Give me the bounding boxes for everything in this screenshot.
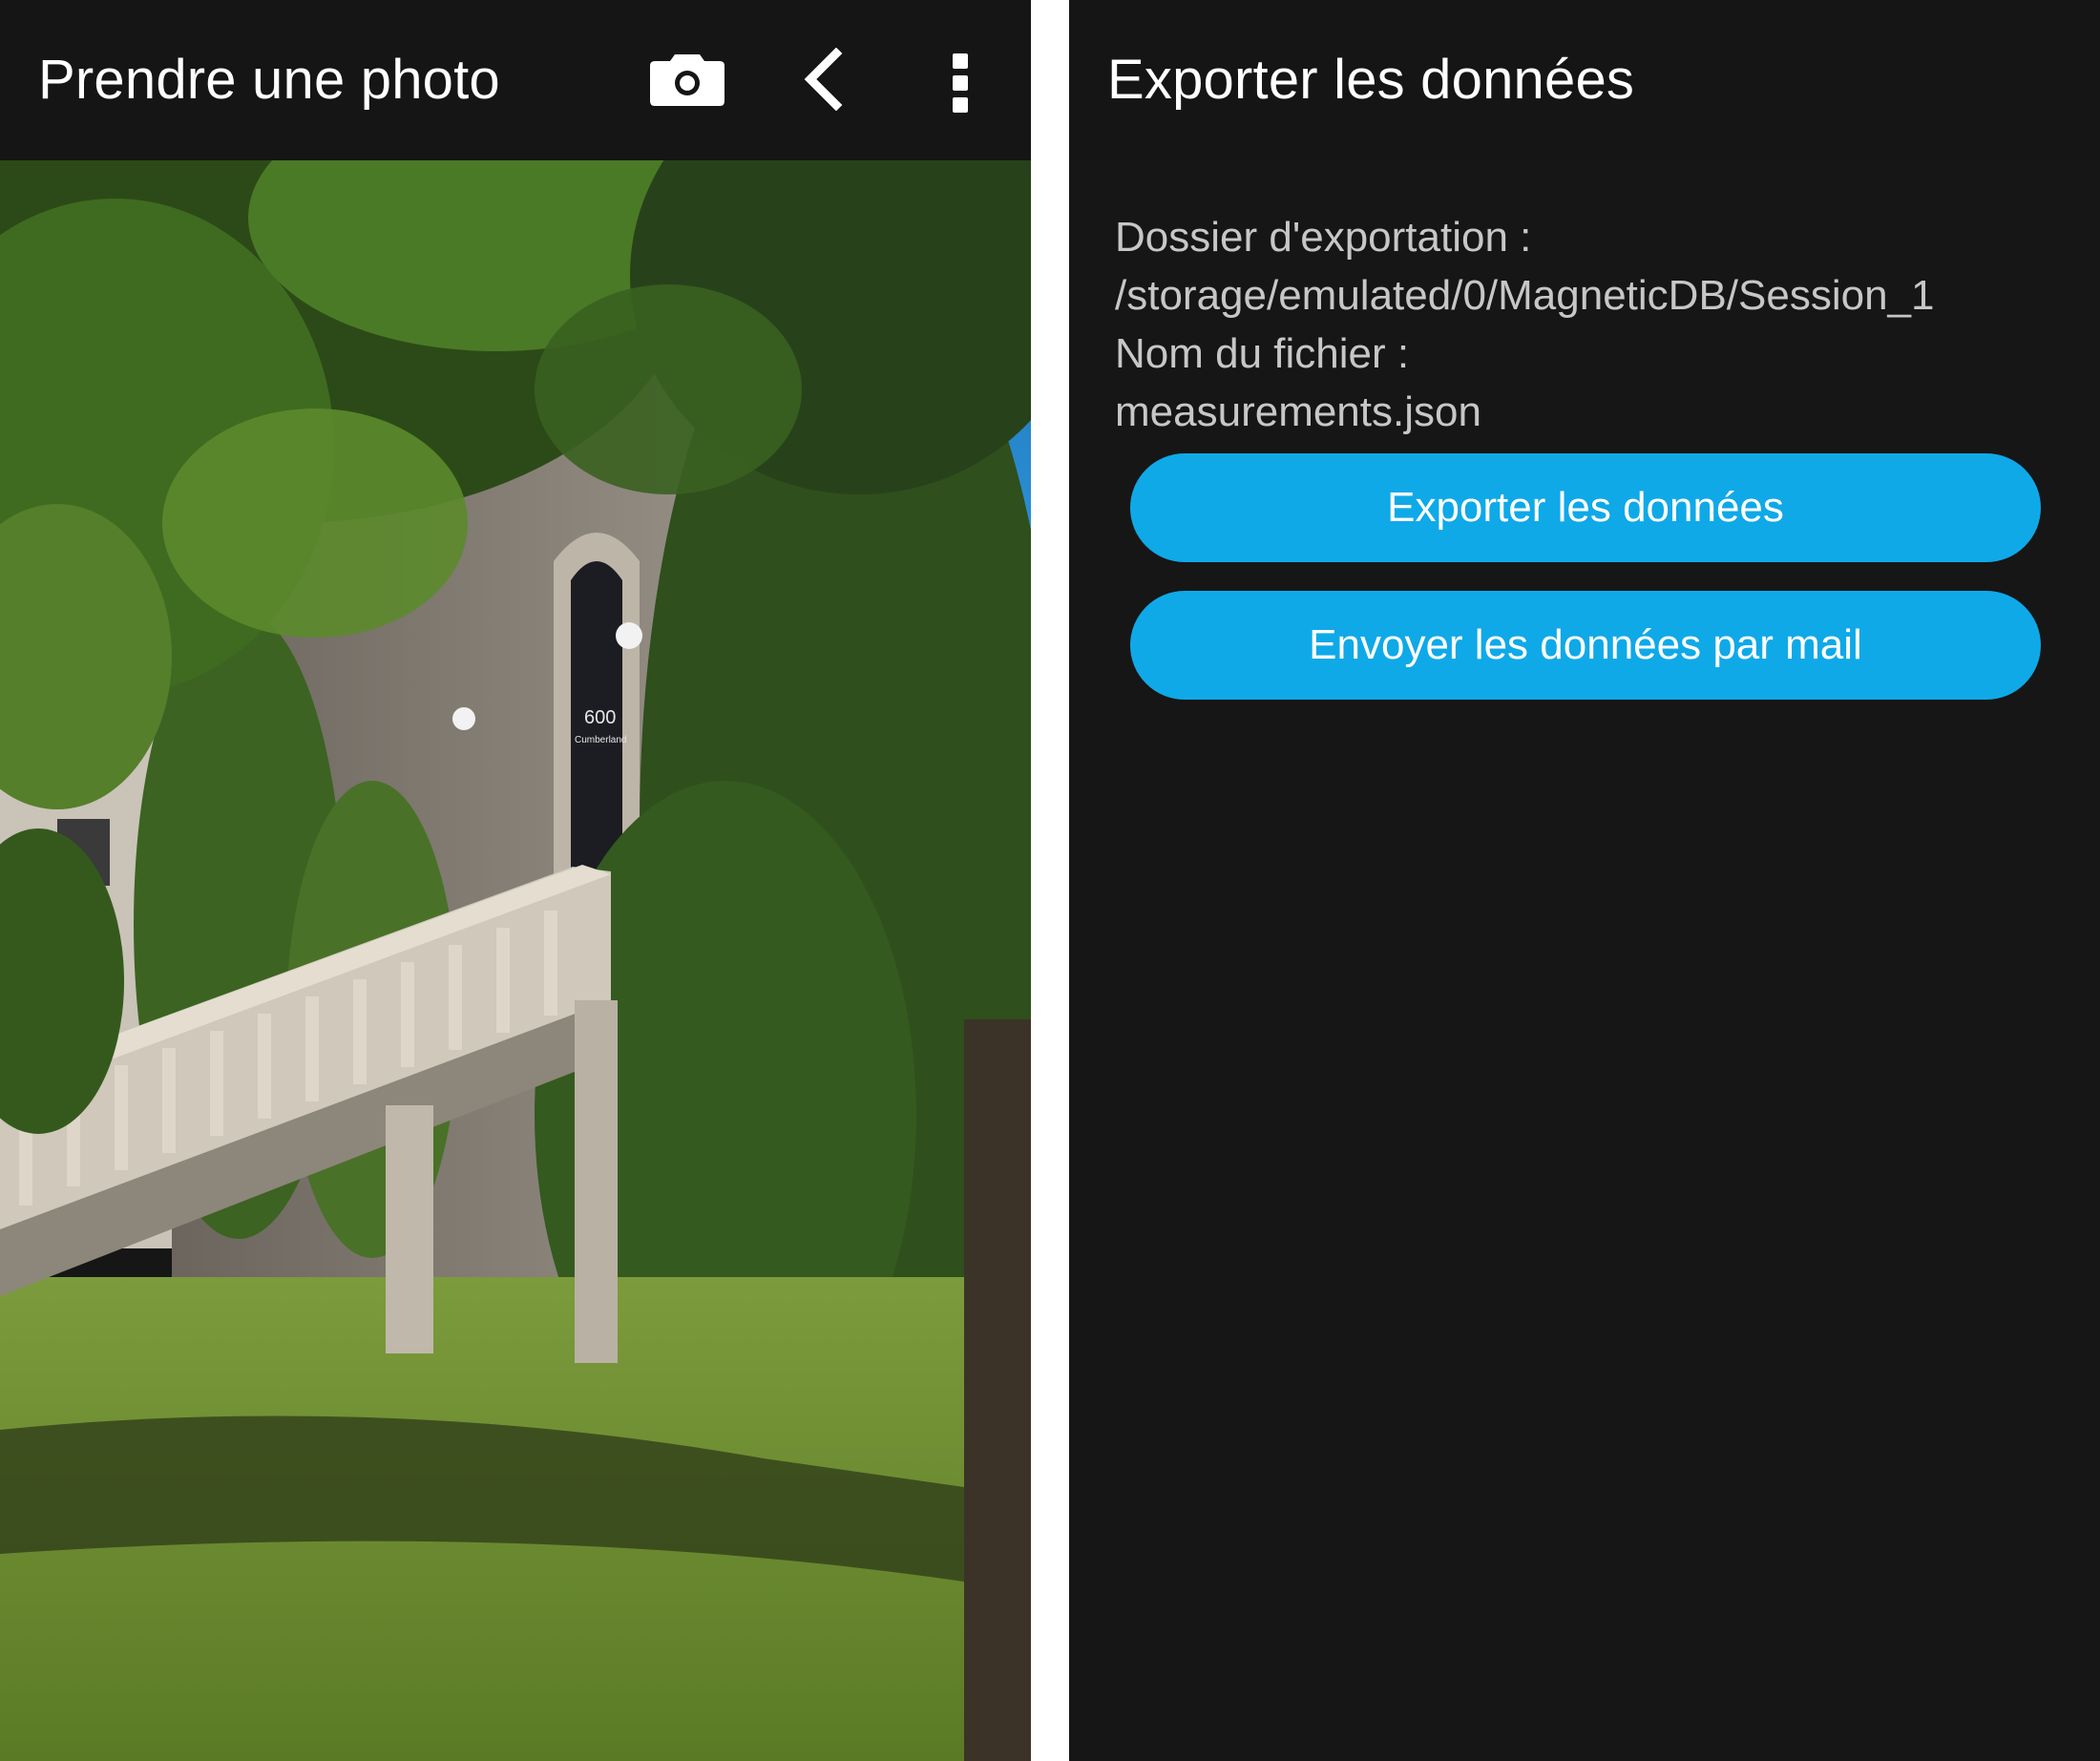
send-by-mail-button[interactable]: Envoyer les données par mail — [1130, 591, 2041, 700]
camera-preview-photo: 600 Cumberland — [0, 160, 1031, 1761]
folder-label: Dossier d'exportation : — [1115, 214, 1532, 261]
screen-divider — [1031, 0, 1069, 1761]
camera-screen: Prendre une photo 600 Cumberland — [0, 0, 1031, 1761]
export-screen: Exporter les données Dossier d'exportati… — [1069, 0, 2100, 1761]
back-chevron-icon[interactable] — [802, 47, 844, 112]
export-data-button[interactable]: Exporter les données — [1130, 453, 2041, 562]
file-label: Nom du fichier : — [1115, 330, 1410, 377]
page-title: Prendre une photo — [38, 49, 500, 111]
top-app-bar: Exporter les données — [1069, 0, 2100, 160]
more-vert-icon[interactable] — [949, 52, 972, 115]
door-sign-number: 600 — [584, 707, 616, 728]
page-title: Exporter les données — [1107, 49, 1635, 111]
camera-icon[interactable] — [649, 53, 725, 107]
folder-path: /storage/emulated/0/MagneticDB/Session_1 — [1115, 272, 1935, 319]
export-info: Dossier d'exportation : /storage/emulate… — [1115, 208, 1935, 441]
top-app-bar: Prendre une photo — [0, 0, 1031, 160]
door-sign-street: Cumberland — [575, 735, 626, 745]
file-name: measurements.json — [1115, 388, 1481, 435]
